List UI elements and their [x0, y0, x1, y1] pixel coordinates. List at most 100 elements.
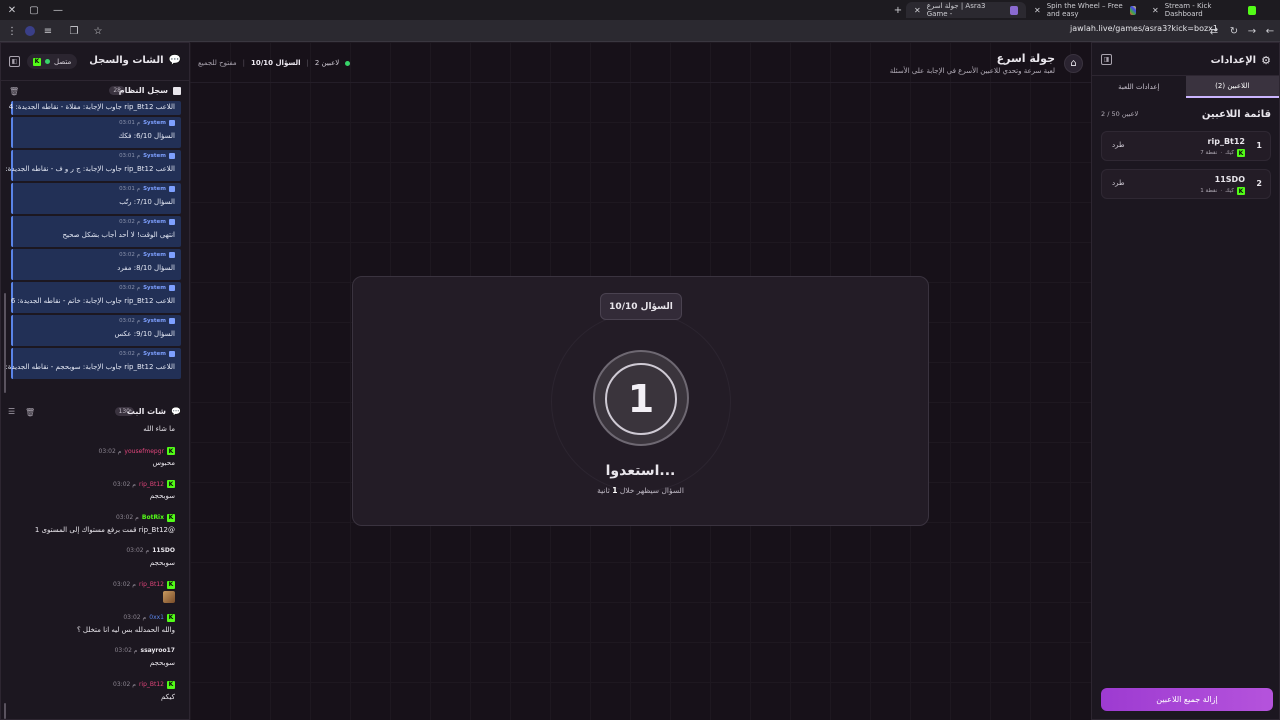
tab-title: Stream - Kick Dashboard — [1164, 2, 1212, 18]
stream-chat-list: ما شاء الله 03:02 م yousefmepgr K محبوس 03… — [1, 425, 187, 720]
tab-players[interactable]: اللاعبين (2) — [1185, 76, 1279, 98]
close-tab-icon[interactable]: ✕ — [1034, 6, 1041, 15]
system-log-scrollbar[interactable] — [4, 293, 6, 393]
chat-message-meta: 03:02 م ssayroo17 — [115, 647, 175, 654]
chat-message-text: سوبحجم — [149, 659, 175, 668]
log-entry-meta: 03:02 م System — [119, 351, 175, 357]
browser-tab-kick-dashboard[interactable]: ✕ Stream - Kick Dashboard — [1144, 2, 1264, 18]
collapse-panel-icon[interactable]: ◨ — [1101, 54, 1112, 65]
close-window-icon[interactable]: ✕ — [0, 0, 24, 20]
log-time: 03:02 م — [119, 351, 141, 357]
chat-log-panel: ◧ K متصل الشات والسجل 💬 🗑 28 سجل النظام … — [0, 42, 190, 720]
clear-log-trash-icon[interactable]: 🗑 — [9, 87, 19, 96]
stream-chat-title: شات البث 💬 — [127, 407, 181, 416]
log-entry: اللاعب rip_Bt12 جاوب الإجابة: مقلاة - نق… — [9, 101, 181, 115]
system-log-title-text: سجل النظام — [118, 86, 168, 95]
game-title: جولة اسرع — [996, 52, 1055, 65]
restore-window-icon[interactable]: ▢ — [22, 0, 46, 20]
log-time: 03:02 م — [119, 219, 141, 225]
chat-username[interactable]: rip_Bt12 — [139, 481, 164, 488]
log-entry: 03:02 م System السؤال 9/10: عكس — [11, 315, 181, 346]
clear-chat-trash-icon[interactable]: 🗑 — [25, 408, 35, 417]
log-sender: System — [143, 318, 166, 324]
extensions-icon[interactable]: ≡ — [36, 20, 60, 42]
game-info-bar: مفتوح للجميع | السؤال 10/10 | 2 لاعبين — [198, 59, 351, 67]
kick-logo-icon: K — [167, 680, 175, 689]
chat-time: 03:02 م — [113, 480, 136, 488]
log-entry-text: اللاعب rip_Bt12 جاوب الإجابة: سوبحجم - ن… — [5, 363, 175, 371]
kick-logo-icon: K — [167, 480, 175, 489]
log-entry-text: السؤال 7/10: رتّب — [119, 198, 175, 206]
kick-player-button[interactable]: طرد — [1112, 179, 1125, 187]
log-entry-text: السؤال 9/10: عكس — [114, 330, 176, 338]
chat-panel-title: الشات والسجل 💬 — [89, 55, 181, 66]
chat-message-meta: 03:02 م rip_Bt12 K — [113, 580, 175, 589]
kick-logo-icon: K — [167, 580, 175, 589]
chat-username[interactable]: 0xx1 — [149, 614, 164, 621]
chat-username[interactable]: yousefmepgr — [124, 448, 164, 455]
chat-filter-icon[interactable]: ☰ — [8, 407, 15, 416]
bookmark-star-icon[interactable]: ☆ — [86, 20, 110, 42]
tab-game-settings[interactable]: إعدادات اللعبة — [1092, 76, 1186, 98]
minimize-window-icon[interactable]: — — [46, 0, 70, 20]
close-tab-icon[interactable]: ✕ — [914, 6, 921, 15]
chat-message: 03:02 م ssayroo17 سوبحجم — [1, 645, 187, 678]
tab-title: جولة اسرع | Asra3 Game - — [926, 2, 986, 18]
log-entry-meta: 03:02 م System — [119, 318, 175, 324]
close-tab-icon[interactable]: ✕ — [1152, 6, 1159, 15]
log-sender: System — [143, 219, 166, 225]
countdown-card: السؤال 10/10 1 استعدوا... السؤال سيظهر خ… — [352, 276, 929, 526]
log-sender: System — [143, 120, 166, 126]
home-icon: ⌂ — [1070, 58, 1077, 69]
log-entry-meta: 03:02 م System — [119, 252, 175, 258]
chat-username[interactable]: 11SDO — [152, 547, 175, 554]
chat-message-meta: 03:02 م 0xx1 K — [123, 613, 175, 622]
chat-time: 03:02 م — [113, 581, 136, 589]
player-meta: 7 نقطة · كيك K — [1200, 149, 1245, 157]
collapse-panel-icon[interactable]: ◧ — [9, 56, 20, 67]
log-entry-meta: 03:02 م System — [119, 285, 175, 291]
chat-username[interactable]: rip_Bt12 — [139, 681, 164, 688]
gear-icon: ⚙ — [1261, 54, 1271, 67]
ready-heading: استعدوا... — [605, 463, 676, 479]
chat-username[interactable]: BotRix — [142, 514, 164, 521]
system-icon — [169, 153, 175, 159]
chat-bubble-icon: 💬 — [168, 55, 181, 66]
header-divider — [190, 82, 1091, 83]
kick-logo-icon: K — [167, 613, 175, 622]
question-progress-text: السؤال 10/10 — [250, 59, 301, 67]
player-rank: 1 — [1256, 141, 1262, 150]
stream-chat-scrollbar[interactable] — [4, 703, 6, 719]
system-icon — [169, 351, 175, 357]
home-button[interactable]: ⌂ — [1064, 54, 1083, 73]
chat-time: 03:02 م — [114, 647, 138, 655]
browser-tab-asra3[interactable]: ✕ جولة اسرع | Asra3 Game - — [906, 2, 1026, 18]
chat-username[interactable]: rip_Bt12 — [139, 581, 164, 588]
remove-all-players-button[interactable]: إزالة جميع اللاعبين — [1101, 688, 1273, 711]
players-count-text: 2 لاعبين — [314, 59, 340, 67]
question-label-badge: السؤال 10/10 — [600, 293, 682, 320]
log-entry: 03:01 م System السؤال 7/10: رتّب — [11, 183, 181, 214]
kick-logo-icon: K — [1237, 187, 1245, 195]
players-list-title: قائمة اللاعبين — [1201, 109, 1271, 120]
chat-message-meta: 03:02 م 11SDO — [126, 547, 175, 554]
chat-message-text: كيكم — [161, 692, 175, 701]
browser-tab-spin-wheel[interactable]: ✕ Spin the Wheel – Free and easy — [1026, 2, 1144, 18]
chat-time: 03:02 م — [126, 547, 150, 555]
chat-username[interactable]: ssayroo17 — [141, 647, 175, 654]
tabs-icon[interactable]: ❐ — [62, 20, 86, 42]
chat-message-text: ما شاء الله — [143, 425, 175, 433]
kick-logo-icon: K — [167, 513, 175, 522]
url-field[interactable]: jawlah.live/games/asra3?kick=bozx1 — [1070, 24, 1218, 33]
separator: | — [242, 59, 245, 67]
ready-subtext-post: ثانية — [597, 486, 610, 495]
player-card: طرد rip_Bt12 7 نقطة · كيك K 1 — [1101, 131, 1271, 161]
player-meta: 1 نقطة · كيك K — [1200, 187, 1245, 195]
player-platform: كيك — [1225, 188, 1234, 194]
ready-subtext-pre: السؤال سيظهر خلال — [619, 486, 684, 495]
player-platform: كيك — [1225, 150, 1234, 156]
back-icon[interactable]: ← — [1258, 20, 1280, 42]
system-log-list: اللاعب rip_Bt12 جاوب الإجابة: مقلاة - نق… — [5, 101, 187, 393]
stream-chat-header: ☰ 🗑 130 شات البث 💬 — [1, 402, 189, 424]
kick-player-button[interactable]: طرد — [1112, 141, 1125, 149]
